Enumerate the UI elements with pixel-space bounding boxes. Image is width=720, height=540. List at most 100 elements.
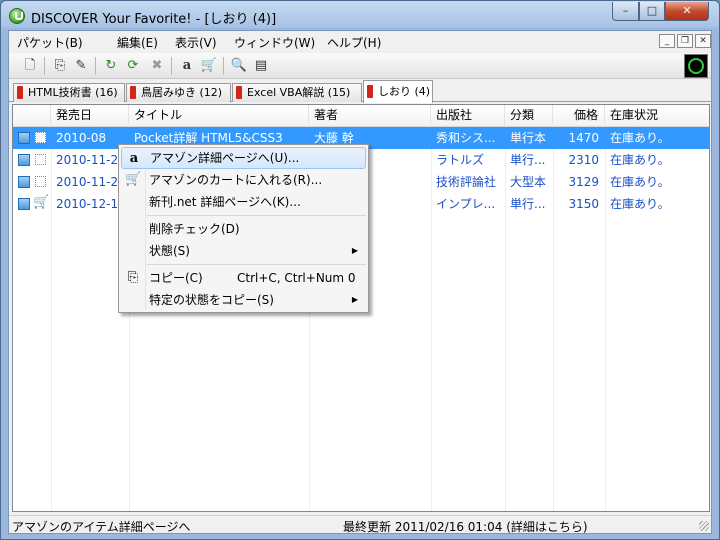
cell-stock: 在庫あり。 bbox=[610, 197, 670, 211]
bookmark-flag-icon bbox=[236, 86, 242, 99]
tab-torii-miyuki[interactable]: 鳥居みゆき (12) bbox=[126, 83, 231, 102]
last-updated-link[interactable]: 最終更新 2011/02/16 01:04 (詳細はこちら) bbox=[343, 518, 588, 535]
toolbar-separator bbox=[223, 57, 224, 75]
menu-item-label: 状態(S) bbox=[149, 244, 190, 258]
menu-separator bbox=[147, 264, 366, 265]
mdi-restore-button[interactable]: ❐ bbox=[677, 34, 693, 48]
amazon-icon: a bbox=[129, 151, 139, 166]
menu-edit[interactable]: 編集(E) bbox=[117, 34, 158, 51]
menu-separator bbox=[147, 215, 366, 216]
context-menu: a アマゾン詳細ページへ(U)... 🛒 アマゾンのカートに入れる(R)... … bbox=[118, 144, 369, 313]
delete-checkbox[interactable] bbox=[35, 176, 46, 187]
column-header-author[interactable]: 著者 bbox=[309, 105, 431, 127]
maximize-button[interactable]: □ bbox=[639, 2, 665, 21]
minimize-button[interactable]: – bbox=[612, 2, 639, 21]
menu-item-label: 削除チェック(D) bbox=[149, 222, 240, 236]
menu-item-delete-check[interactable]: 削除チェック(D) bbox=[121, 218, 366, 240]
menu-item-shortcut: Ctrl+C, Ctrl+Num 0 bbox=[237, 271, 356, 285]
menu-help[interactable]: ヘルプ(H) bbox=[327, 34, 381, 51]
cart-icon[interactable]: 🛒 bbox=[200, 57, 218, 75]
menu-item-label: アマゾン詳細ページへ(U)... bbox=[150, 151, 300, 165]
list-header: 発売日 タイトル 著者 出版社 分類 価格 在庫状況 bbox=[13, 105, 709, 127]
app-logo-icon[interactable] bbox=[9, 8, 25, 24]
column-header-title[interactable]: タイトル bbox=[129, 105, 309, 127]
tab-label: Excel VBA解説 (15) bbox=[247, 86, 351, 99]
menu-item-shinkan-detail[interactable]: 新刊.net 詳細ページへ(K)... bbox=[121, 191, 366, 213]
cell-publisher: インプレ... bbox=[436, 197, 496, 211]
refresh-icon[interactable]: ↻ bbox=[102, 57, 120, 75]
refresh-all-icon[interactable]: ⟳ bbox=[124, 57, 142, 75]
close-button[interactable]: ✕ bbox=[665, 2, 709, 21]
menu-packet[interactable]: パケット(B) bbox=[17, 34, 83, 51]
status-message: アマゾンのアイテム詳細ページへ bbox=[12, 520, 191, 534]
cell-stock: 在庫あり。 bbox=[610, 131, 670, 145]
column-header-stock[interactable]: 在庫状況 bbox=[605, 105, 709, 127]
menu-item-label: コピー(C) bbox=[149, 271, 203, 285]
cell-stock: 在庫あり。 bbox=[610, 153, 670, 167]
tab-strip: HTML技術書 (16) 鳥居みゆき (12) Excel VBA解説 (15)… bbox=[9, 80, 711, 103]
menu-item-label: 新刊.net 詳細ページへ(K)... bbox=[149, 195, 301, 209]
cell-category: 単行... bbox=[510, 153, 546, 167]
cell-category: 単行本 bbox=[510, 131, 547, 145]
menu-item-status[interactable]: 状態(S) ▶ bbox=[121, 240, 366, 262]
menu-item-label: アマゾンのカートに入れる(R)... bbox=[149, 173, 323, 187]
status-checkbox[interactable] bbox=[18, 132, 30, 144]
bookmark-flag-icon bbox=[17, 86, 23, 99]
column-header-date[interactable]: 発売日 bbox=[51, 105, 129, 127]
tab-shiori[interactable]: しおり (4) bbox=[363, 80, 433, 103]
copy-icon[interactable]: ⎘ bbox=[51, 57, 69, 75]
column-header-price[interactable]: 価格 bbox=[553, 105, 605, 127]
mdi-close-button[interactable]: ✕ bbox=[695, 34, 711, 48]
cart-icon: 🛒 bbox=[33, 195, 50, 210]
column-header-check[interactable] bbox=[13, 105, 51, 127]
cell-price: 2310 bbox=[568, 153, 599, 167]
toolbar-separator bbox=[95, 57, 96, 75]
submenu-arrow-icon: ▶ bbox=[351, 246, 358, 255]
amazon-icon[interactable]: a bbox=[178, 57, 196, 75]
cell-stock: 在庫あり。 bbox=[610, 175, 670, 189]
menu-view[interactable]: 表示(V) bbox=[175, 34, 217, 51]
cell-category: 単行... bbox=[510, 197, 546, 211]
stop-icon[interactable]: ✖ bbox=[148, 57, 166, 75]
status-checkbox[interactable] bbox=[18, 198, 30, 210]
toolbar-separator bbox=[44, 57, 45, 75]
new-document-icon[interactable]: 🗋 bbox=[21, 57, 39, 75]
menu-bar: パケット(B) 編集(E) 表示(V) ウィンドウ(W) ヘルプ(H) _ ❐ … bbox=[9, 31, 711, 51]
resize-grip[interactable] bbox=[699, 521, 709, 531]
delete-checkbox[interactable] bbox=[35, 154, 46, 165]
cell-price: 3129 bbox=[568, 175, 599, 189]
cell-category: 大型本 bbox=[510, 175, 547, 189]
toolbar-separator bbox=[171, 57, 172, 75]
status-checkbox[interactable] bbox=[18, 154, 30, 166]
cell-publisher: 秀和シス... bbox=[436, 131, 496, 145]
connection-indicator-icon bbox=[684, 54, 708, 78]
submenu-arrow-icon: ▶ bbox=[351, 295, 358, 304]
status-checkbox[interactable] bbox=[18, 176, 30, 188]
window-title: DISCOVER Your Favorite! - [しおり (4)] bbox=[31, 12, 277, 27]
delete-checkbox[interactable] bbox=[35, 132, 46, 143]
column-header-category[interactable]: 分類 bbox=[505, 105, 553, 127]
status-bar: アマゾンのアイテム詳細ページへ 最終更新 2011/02/16 01:04 (詳… bbox=[9, 515, 711, 535]
cell-publisher: ラトルズ bbox=[436, 153, 485, 167]
title-bar[interactable]: DISCOVER Your Favorite! - [しおり (4)] – □ … bbox=[1, 1, 719, 31]
menu-item-amazon-detail[interactable]: a アマゾン詳細ページへ(U)... bbox=[121, 147, 366, 169]
detail-view-icon[interactable]: ▤ bbox=[252, 57, 270, 75]
tab-label: 鳥居みゆき (12) bbox=[141, 86, 223, 99]
tab-excel-vba[interactable]: Excel VBA解説 (15) bbox=[232, 83, 362, 102]
tab-label: HTML技術書 (16) bbox=[28, 86, 118, 99]
cell-publisher: 技術評論社 bbox=[436, 175, 497, 189]
edit-icon[interactable]: ✎ bbox=[72, 57, 90, 75]
mdi-minimize-button[interactable]: _ bbox=[659, 34, 675, 48]
menu-window[interactable]: ウィンドウ(W) bbox=[234, 34, 315, 51]
preview-icon[interactable]: 🔍 bbox=[230, 57, 248, 75]
column-header-publisher[interactable]: 出版社 bbox=[431, 105, 505, 127]
cell-price: 3150 bbox=[568, 197, 599, 211]
bookmark-flag-icon bbox=[367, 85, 373, 98]
tab-html-books[interactable]: HTML技術書 (16) bbox=[13, 83, 125, 102]
menu-item-label: 特定の状態をコピー(S) bbox=[149, 293, 274, 307]
menu-item-copy[interactable]: ⎘ コピー(C) Ctrl+C, Ctrl+Num 0 bbox=[121, 267, 366, 289]
menu-item-add-to-cart[interactable]: 🛒 アマゾンのカートに入れる(R)... bbox=[121, 169, 366, 191]
cell-price: 1470 bbox=[568, 131, 599, 145]
menu-item-copy-specific-status[interactable]: 特定の状態をコピー(S) ▶ bbox=[121, 289, 366, 311]
copy-icon: ⎘ bbox=[127, 270, 139, 285]
